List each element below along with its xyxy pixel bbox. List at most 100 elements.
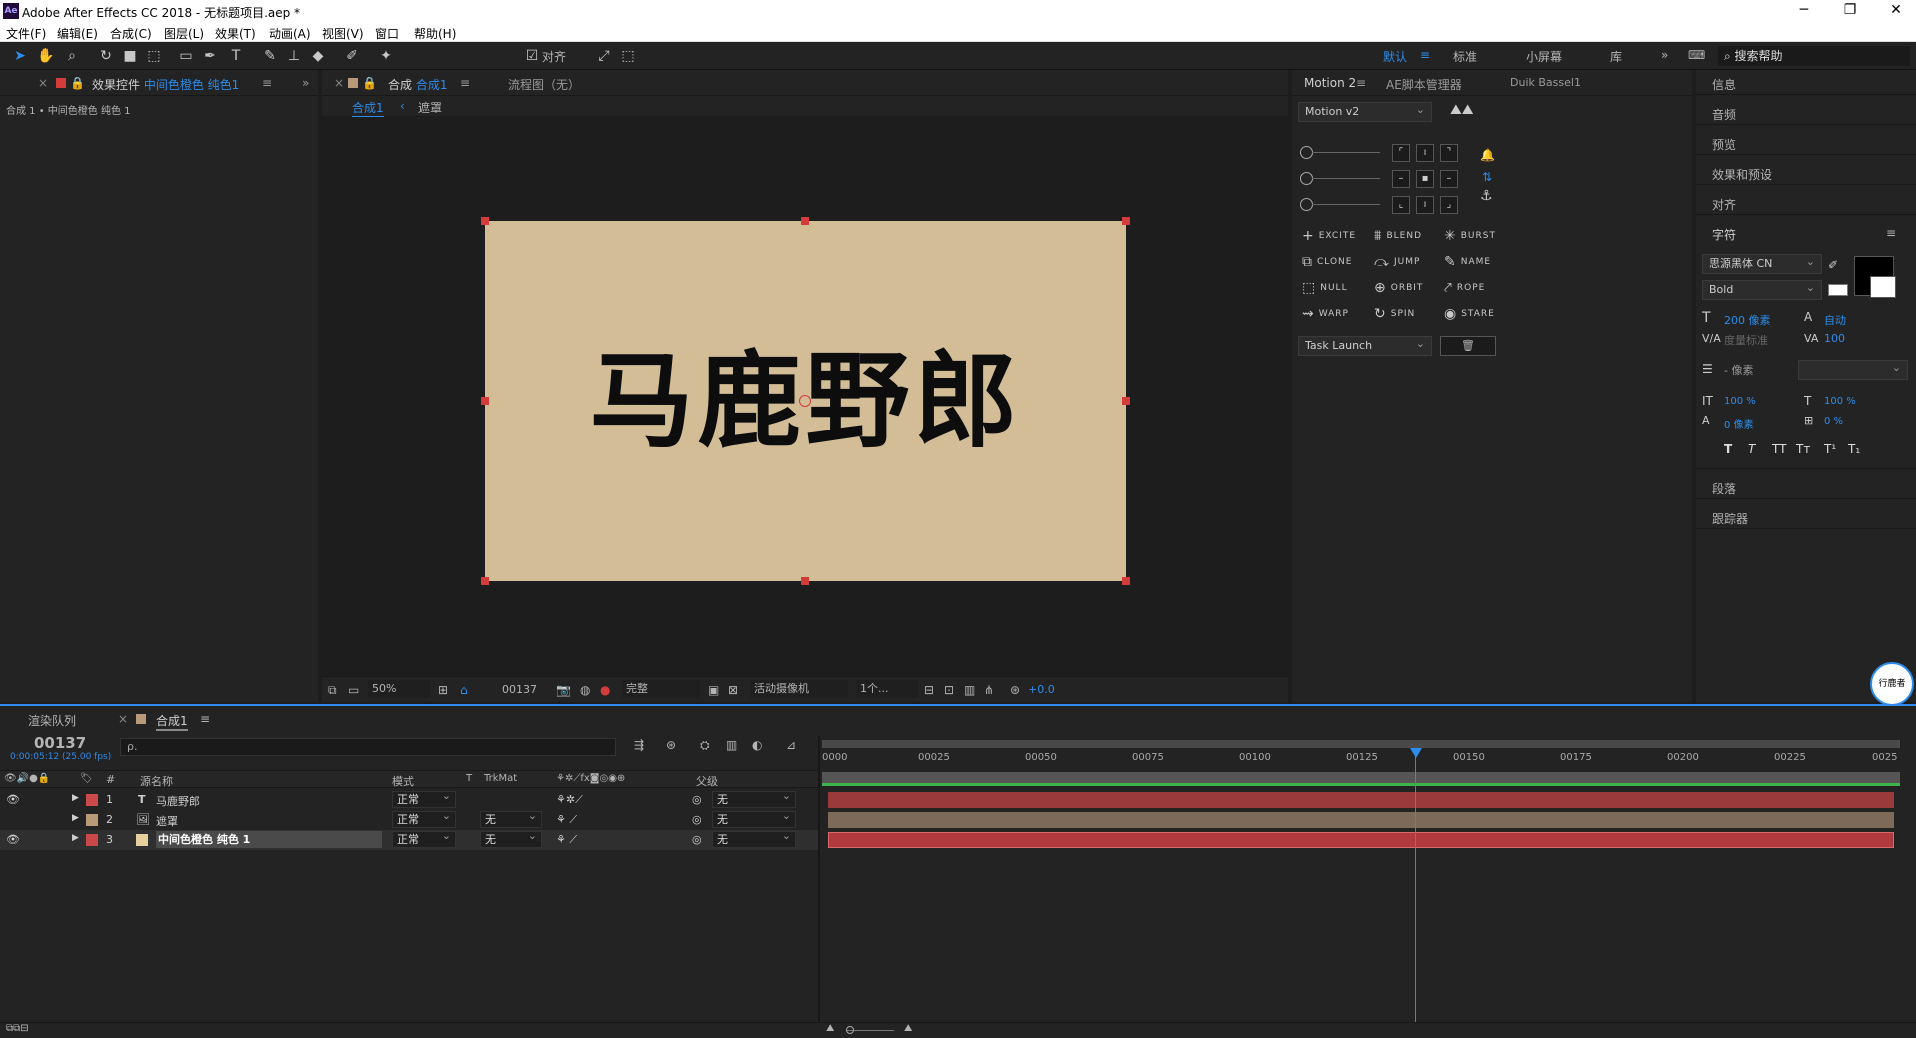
timeline-zoom-knob[interactable] [846, 1026, 854, 1034]
monitor-icon[interactable]: ▭ [348, 683, 359, 697]
zoom-tool-icon[interactable]: ⌕ [62, 47, 82, 65]
pan-behind-tool-icon[interactable]: ⬚ [144, 47, 164, 65]
preview-panel-header[interactable]: 预览 [1712, 136, 1736, 153]
parent-dropdown[interactable]: 无 [712, 788, 796, 808]
grid-icon[interactable]: ⊞ [438, 683, 448, 697]
subtab-comp[interactable]: 合成1 [352, 99, 384, 117]
close-tab-icon[interactable]: × [38, 76, 48, 90]
blend-mode-dropdown[interactable]: 正常 [392, 788, 456, 808]
leading-value[interactable]: 自动 [1824, 312, 1846, 328]
exposure-value[interactable]: +0.0 [1028, 683, 1055, 696]
font-family-dropdown[interactable]: 思源黑体 CN [1702, 253, 1822, 274]
layer-row[interactable]: ▶ 2 🖼 遮罩 正常 无 ⚘ ⟋ ◎ 无 [0, 808, 818, 830]
transform-handle[interactable] [801, 577, 809, 585]
transform-handle[interactable] [801, 217, 809, 225]
keyboard-icon[interactable]: ⌨ [1688, 48, 1705, 62]
layer-switches-icon[interactable]: ⚘ ⟋ [556, 833, 577, 847]
transform-handle[interactable] [1122, 397, 1130, 405]
toggle-pixel-aspect-icon[interactable]: ⊟ [924, 683, 934, 697]
tab-motion2[interactable]: Motion 2 [1304, 76, 1356, 90]
work-area-bar[interactable] [822, 740, 1900, 748]
zoom-in-icon[interactable]: ⛰ [904, 1023, 912, 1034]
menu-help[interactable]: 帮助(H) [414, 25, 456, 42]
tab-duik[interactable]: Duik Bassel1 [1510, 76, 1581, 89]
transform-handle[interactable] [481, 217, 489, 225]
graph-editor-icon[interactable]: ⊿ [786, 738, 796, 752]
layer-label-color[interactable] [86, 834, 98, 846]
region-of-interest-icon[interactable]: ▣ [708, 683, 719, 697]
timeline-comp-tab[interactable]: 合成1 [156, 712, 188, 731]
burst-button[interactable]: ✳ BURST [1444, 228, 1496, 244]
transparency-grid-icon[interactable]: ⊠ [728, 683, 738, 697]
frame-blending-icon[interactable]: ▥ [726, 738, 737, 752]
info-panel-header[interactable]: 信息 [1712, 76, 1736, 93]
anchor-bottom-icon[interactable]: ı [1416, 196, 1434, 214]
transform-handle[interactable] [1122, 217, 1130, 225]
parent-dropdown[interactable]: 无 [712, 808, 796, 828]
motion-blur-icon[interactable]: ◐ [752, 738, 762, 752]
anchor-top-right-icon[interactable]: ⌝ [1440, 144, 1458, 162]
flowchart-icon[interactable]: ⋔ [984, 683, 994, 697]
menu-layer[interactable]: 图层(L) [164, 25, 204, 42]
zoom-out-icon[interactable]: ⛰ [826, 1023, 834, 1034]
blend-mode-dropdown[interactable]: 正常 [392, 828, 456, 848]
jump-button[interactable]: ⤼ JUMP [1374, 254, 1420, 270]
expand-layer-icon[interactable]: ▶ [72, 793, 79, 803]
snap-grid-icon[interactable]: ⬚ [618, 47, 638, 65]
kerning-value[interactable]: 度量标准 [1724, 332, 1768, 348]
stroke-style-dropdown[interactable] [1798, 359, 1908, 380]
anchor-icon[interactable]: ⚓ [1480, 188, 1493, 204]
show-snapshot-icon[interactable]: ◍ [580, 683, 590, 697]
brush-tool-icon[interactable]: ✎ [260, 47, 280, 65]
timeline-icon[interactable]: ▥ [964, 683, 975, 697]
hand-tool-icon[interactable]: ✋ [36, 47, 56, 65]
paragraph-panel-header[interactable]: 段落 [1712, 480, 1736, 497]
faux-bold-button[interactable]: T [1724, 442, 1732, 456]
baseline-shift-value[interactable]: 0 像素 [1724, 416, 1754, 431]
effects-presets-header[interactable]: 效果和预设 [1712, 166, 1772, 183]
eyedropper-icon[interactable]: ✐ [1828, 258, 1838, 272]
layer-switches-toggle-icon[interactable]: ⧉⧉⊟ [6, 1023, 29, 1034]
roto-brush-tool-icon[interactable]: ✐ [342, 47, 362, 65]
trash-icon[interactable]: 🗑 [1440, 336, 1496, 356]
anchor-bottom-right-icon[interactable]: ⌟ [1440, 196, 1458, 214]
lock-anchor-icon[interactable]: 🔔 [1480, 148, 1495, 162]
motion-panel-menu-icon[interactable]: ≡ [1356, 76, 1366, 90]
fast-preview-icon[interactable]: ⊡ [944, 683, 954, 697]
effect-controls-tab[interactable]: 效果控件 中间色橙色 纯色1 [92, 76, 239, 93]
pen-tool-icon[interactable]: ✒ [200, 47, 220, 65]
slider-track[interactable] [1312, 152, 1380, 153]
rotate-tool-icon[interactable]: ↻ [96, 47, 116, 65]
tab-script-manager[interactable]: AE脚本管理器 [1386, 76, 1462, 93]
tracker-panel-header[interactable]: 跟踪器 [1712, 510, 1748, 527]
clone-button[interactable]: ⧉ CLONE [1302, 254, 1352, 270]
workspace-menu-icon[interactable]: ≡ [1420, 48, 1430, 62]
rope-button[interactable]: ⤤ ROPE [1444, 280, 1485, 296]
draft-3d-icon[interactable]: ⊛ [666, 738, 676, 752]
character-menu-icon[interactable]: ≡ [1886, 226, 1896, 240]
layer-duration-bar[interactable] [828, 792, 1894, 808]
blend-button[interactable]: ⩩ BLEND [1374, 228, 1422, 244]
warp-button[interactable]: ⇝ WARP [1302, 306, 1349, 322]
panel-menu-icon[interactable]: ≡ [262, 76, 272, 90]
camera-dropdown[interactable]: 活动摄像机 [750, 680, 848, 698]
menu-view[interactable]: 视图(V) [322, 25, 364, 42]
motion-version-dropdown[interactable]: Motion v2 [1298, 101, 1432, 122]
trkmat-dropdown[interactable]: 无 [480, 828, 542, 848]
channel-icon[interactable]: ● [600, 683, 610, 697]
pickwhip-icon[interactable]: ◎ [692, 793, 702, 806]
maximize-icon[interactable]: ❐ [1830, 2, 1870, 18]
layer-duration-bar-selected[interactable] [828, 832, 1894, 848]
comp-panel-menu-icon[interactable]: ≡ [460, 76, 470, 90]
puppet-pin-tool-icon[interactable]: ✦ [376, 47, 396, 65]
expand-layer-icon[interactable]: ▶ [72, 833, 79, 843]
anchor-top-left-icon[interactable]: ⌜ [1392, 144, 1410, 162]
transform-handle[interactable] [1122, 577, 1130, 585]
swap-colors-icon[interactable] [1828, 284, 1848, 296]
type-tool-icon[interactable]: T [226, 47, 246, 65]
trkmat-dropdown[interactable]: 无 [480, 808, 542, 828]
close-icon[interactable]: ✕ [1876, 2, 1916, 18]
composition-canvas[interactable]: 马鹿野郎 [481, 217, 1130, 585]
composition-tab[interactable]: 合成 合成1 [388, 76, 447, 93]
layer-row-selected[interactable]: 👁 ▶ 3 中间色橙色 纯色 1 正常 无 ⚘ ⟋ ◎ 无 [0, 828, 818, 850]
